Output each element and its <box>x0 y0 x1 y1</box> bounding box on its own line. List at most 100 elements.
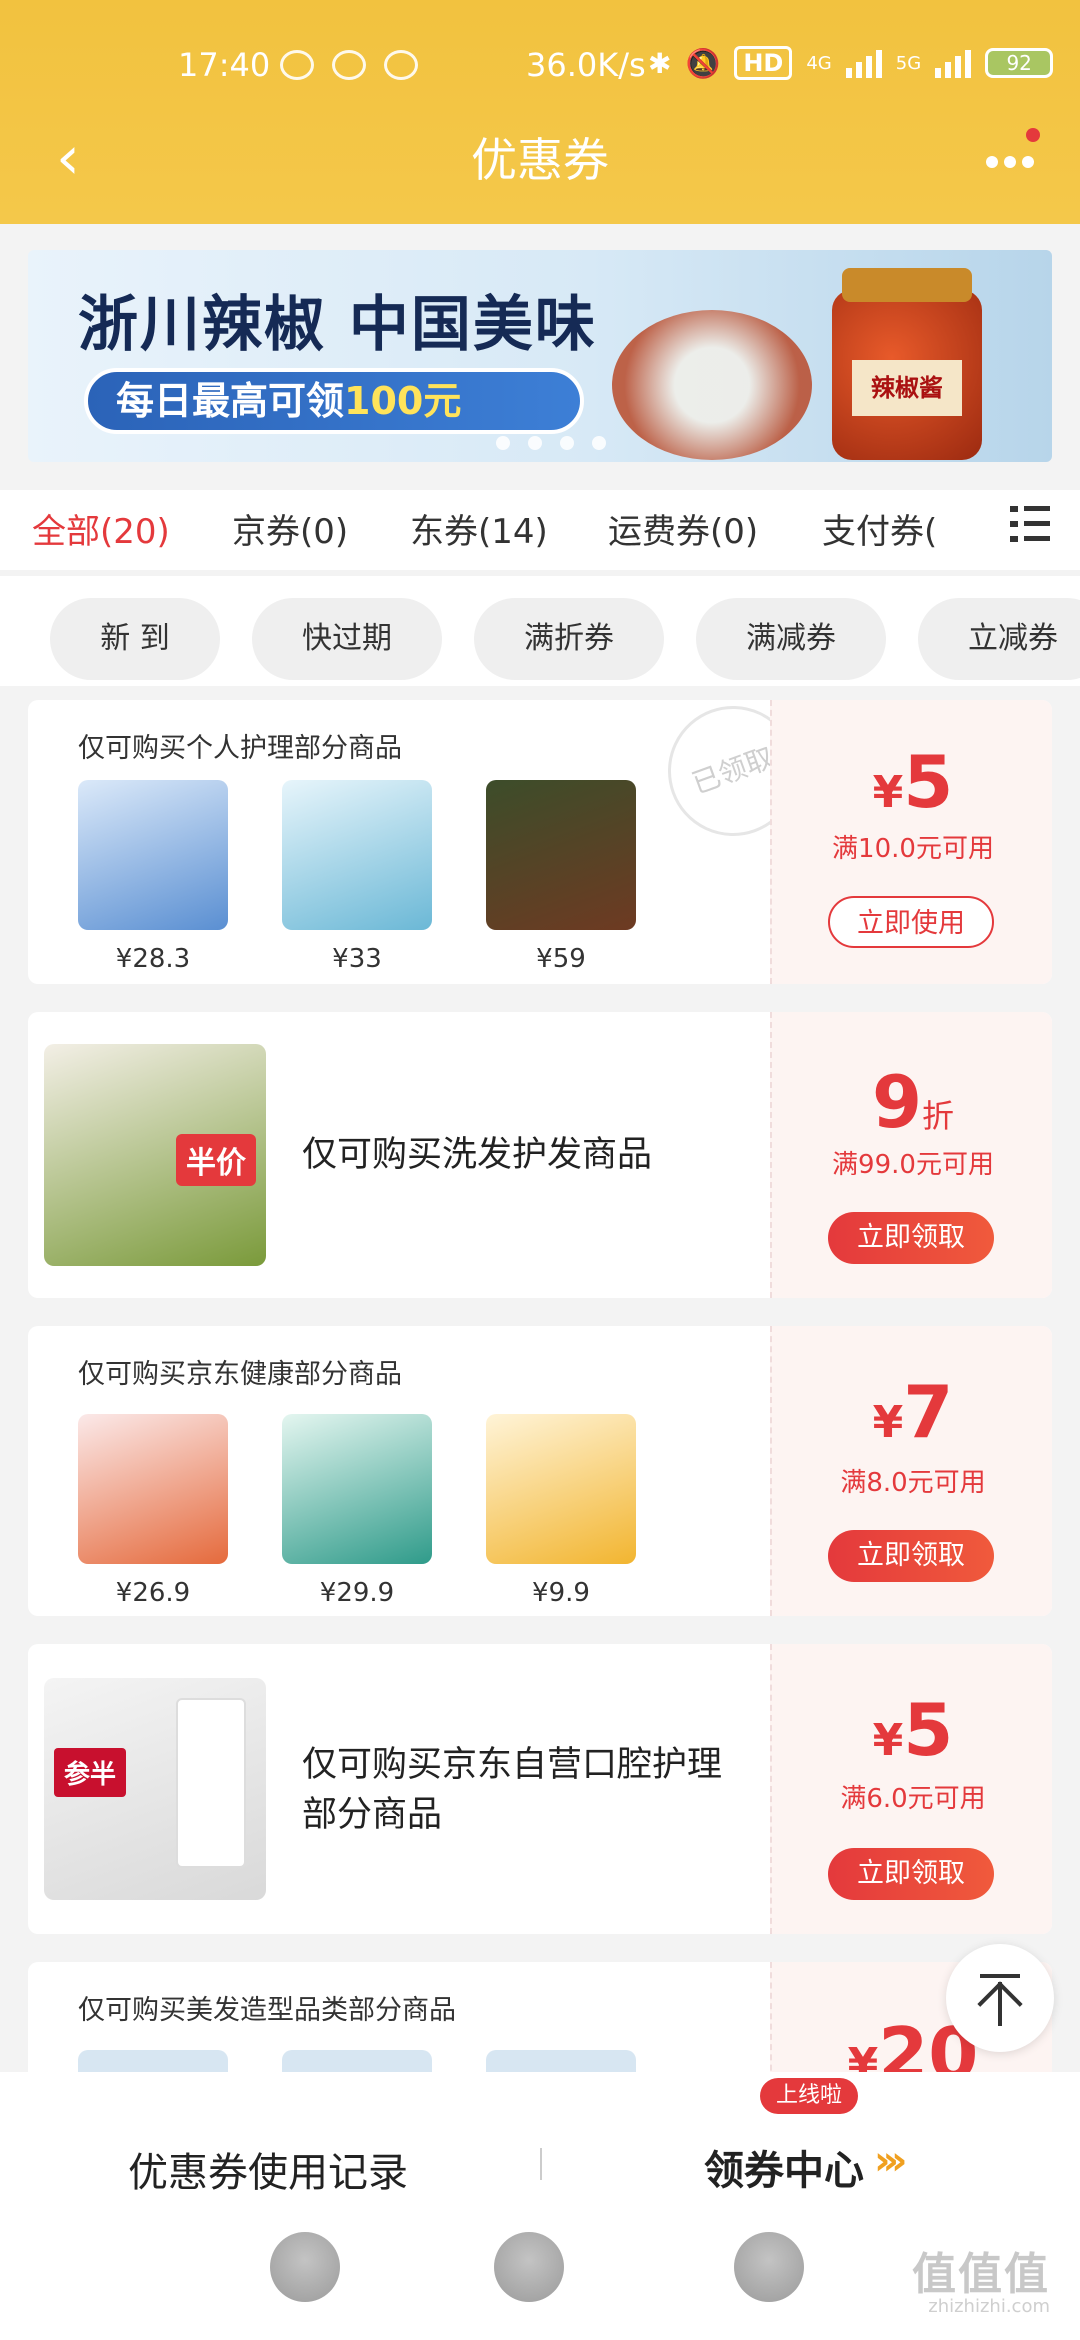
tab-shipping[interactable]: 运费券(0) <box>608 504 758 553</box>
coupon-condition: 满99.0元可用 <box>832 1150 994 1180</box>
banner-pill-amount: 100元 <box>344 379 462 423</box>
page-title: 优惠券 <box>471 133 609 187</box>
banner-headline: 浙川辣椒 中国美味 <box>78 290 597 360</box>
banner-jar-image: 辣椒酱 <box>832 268 982 460</box>
coupon-description: 仅可购买京东健康部分商品 <box>78 1359 402 1390</box>
coupon-title: 仅可购买京东自营口腔护理部分商品 <box>302 1745 723 1835</box>
chevrons-icon: ››› <box>874 2138 908 2184</box>
tab-jing[interactable]: 京券(0) <box>232 504 348 553</box>
network-type-1: 4G <box>806 52 832 74</box>
nav-mascot-icon[interactable] <box>270 2232 340 2302</box>
status-bar: 17:40 36.0K/s ✱ 🔕 HD 4G 5G 92 <box>0 40 1080 90</box>
amount-unit: 折 <box>922 1097 955 1135</box>
coupon-tabs: 全部(20) 京券(0) 东券(14) 运费券(0) 支付券( <box>0 490 1080 570</box>
product-image[interactable] <box>282 780 432 930</box>
promo-banner[interactable]: 浙川辣椒 中国美味 每日最高可领100元 辣椒酱 <box>28 250 1052 462</box>
claim-button[interactable]: 立即领取 <box>828 1212 994 1264</box>
coupon-amount: ¥5 <box>772 740 1052 824</box>
coupon-value-panel: 9折 满99.0元可用 立即领取 <box>770 1012 1052 1298</box>
app-header: 17:40 36.0K/s ✱ 🔕 HD 4G 5G 92 ‹ 优惠券 <box>0 0 1080 224</box>
nav-bar: ‹ 优惠券 <box>0 118 1080 198</box>
amount-value: 5 <box>903 740 954 824</box>
signal-icon <box>935 48 972 78</box>
notification-icons <box>280 50 418 80</box>
product-price: ¥59 <box>536 944 586 974</box>
arrow-up-icon <box>980 1974 1020 1978</box>
coupon-description: 仅可购买美发造型品类部分商品 <box>78 1995 456 2026</box>
product-image-label: 参半 <box>54 1748 127 1797</box>
network-type-2: 5G <box>895 52 922 74</box>
coupon-description: 仅可购买个人护理部分商品 <box>78 733 402 764</box>
filter-chips: 新 到 快过期 满折券 满减券 立减券 <box>0 576 1080 686</box>
notification-icon <box>332 50 366 80</box>
tab-all[interactable]: 全部(20) <box>32 504 170 553</box>
product-price: ¥9.9 <box>532 1578 590 1608</box>
notification-icon <box>280 50 314 80</box>
bluetooth-icon: ✱ <box>648 46 672 80</box>
amount-value: 9 <box>871 1060 923 1144</box>
product-image[interactable]: 半价 <box>44 1044 266 1266</box>
currency-symbol: ¥ <box>872 1397 904 1448</box>
signal-icon <box>845 48 882 78</box>
product-image[interactable] <box>282 1414 432 1564</box>
status-time: 17:40 <box>178 46 271 84</box>
coupon-value-panel: ¥7 满8.0元可用 立即领取 <box>770 1326 1052 1616</box>
nav-mascot-icon[interactable] <box>734 2232 804 2302</box>
filter-discount[interactable]: 满折券 <box>474 598 664 680</box>
coupon-amount: 9折 <box>772 1060 1052 1144</box>
banner-pagination <box>496 436 606 450</box>
more-dots-icon[interactable] <box>974 122 1044 182</box>
tab-payment[interactable]: 支付券( <box>822 504 937 553</box>
use-now-button[interactable]: 立即使用 <box>828 896 994 948</box>
banner-jar-label: 辣椒酱 <box>852 360 962 416</box>
hd-badge: HD <box>734 46 793 80</box>
coupon-condition: 满6.0元可用 <box>840 1784 986 1814</box>
currency-symbol: ¥ <box>872 767 904 818</box>
product-image[interactable]: 参半 <box>44 1678 266 1900</box>
filter-new[interactable]: 新 到 <box>50 598 220 680</box>
coupon-card[interactable]: 仅可购买个人护理部分商品 已领取 ¥28.3 ¥33 ¥59 ¥5 满10.0元… <box>28 700 1052 984</box>
coupon-condition: 满10.0元可用 <box>832 834 994 864</box>
list-view-icon[interactable] <box>1010 504 1050 544</box>
product-image[interactable] <box>486 1414 636 1564</box>
product-price: ¥26.9 <box>115 1578 191 1608</box>
network-speed: 36.0K/s <box>526 46 646 84</box>
product-image[interactable] <box>78 1414 228 1564</box>
coupon-card[interactable]: 仅可购买京东健康部分商品 ¥26.9 ¥29.9 ¥9.9 ¥7 满8.0元可用… <box>28 1326 1052 1616</box>
amount-value: 5 <box>903 1688 954 1772</box>
filter-expiring[interactable]: 快过期 <box>252 598 442 680</box>
banner-pill-prefix: 每日最高可领 <box>116 379 345 423</box>
banner-pill: 每日最高可领100元 <box>84 368 584 434</box>
nav-mascot-icon[interactable] <box>494 2232 564 2302</box>
status-right: ✱ 🔕 HD 4G 5G 92 <box>648 46 1054 80</box>
coupon-center-link[interactable]: 领券中心 <box>704 2138 864 2196</box>
filter-instant[interactable]: 立减券 <box>918 598 1080 680</box>
banner-food-image <box>612 310 812 460</box>
product-price: ¥29.9 <box>319 1578 395 1608</box>
coupon-value-panel: ¥5 满6.0元可用 立即领取 <box>770 1644 1052 1934</box>
coupon-title: 仅可购买洗发护发商品 <box>302 1135 653 1175</box>
notification-dot <box>1026 128 1040 142</box>
coupon-history-link[interactable]: 优惠券使用记录 <box>128 2140 408 2198</box>
tab-dong[interactable]: 东券(14) <box>410 504 548 553</box>
currency-symbol: ¥ <box>872 1715 904 1766</box>
product-price: ¥33 <box>332 944 382 974</box>
divider <box>540 2148 542 2180</box>
mute-icon: 🔕 <box>685 46 721 80</box>
back-to-top-button[interactable] <box>946 1944 1054 2052</box>
watermark-url: zhizhizhi.com <box>928 2296 1050 2317</box>
coupon-amount: ¥5 <box>772 1688 1052 1772</box>
filter-reduction[interactable]: 满减券 <box>696 598 886 680</box>
amount-value: 7 <box>903 1370 954 1454</box>
product-image[interactable] <box>486 780 636 930</box>
coupon-condition: 满8.0元可用 <box>840 1468 986 1498</box>
coupon-card[interactable]: 半价 仅可购买洗发护发商品 9折 满99.0元可用 立即领取 <box>28 1012 1052 1298</box>
claim-button[interactable]: 立即领取 <box>828 1848 994 1900</box>
product-price: ¥28.3 <box>115 944 191 974</box>
coupon-card[interactable]: 参半 仅可购买京东自营口腔护理部分商品 ¥5 满6.0元可用 立即领取 <box>28 1644 1052 1934</box>
bottom-bar: 优惠券使用记录 上线啦 领券中心 ››› 值值值 zhizhizhi.com <box>0 2072 1080 2340</box>
notification-icon <box>384 50 418 80</box>
claim-button[interactable]: 立即领取 <box>828 1530 994 1582</box>
product-image[interactable] <box>78 780 228 930</box>
new-badge: 上线啦 <box>760 2078 859 2114</box>
